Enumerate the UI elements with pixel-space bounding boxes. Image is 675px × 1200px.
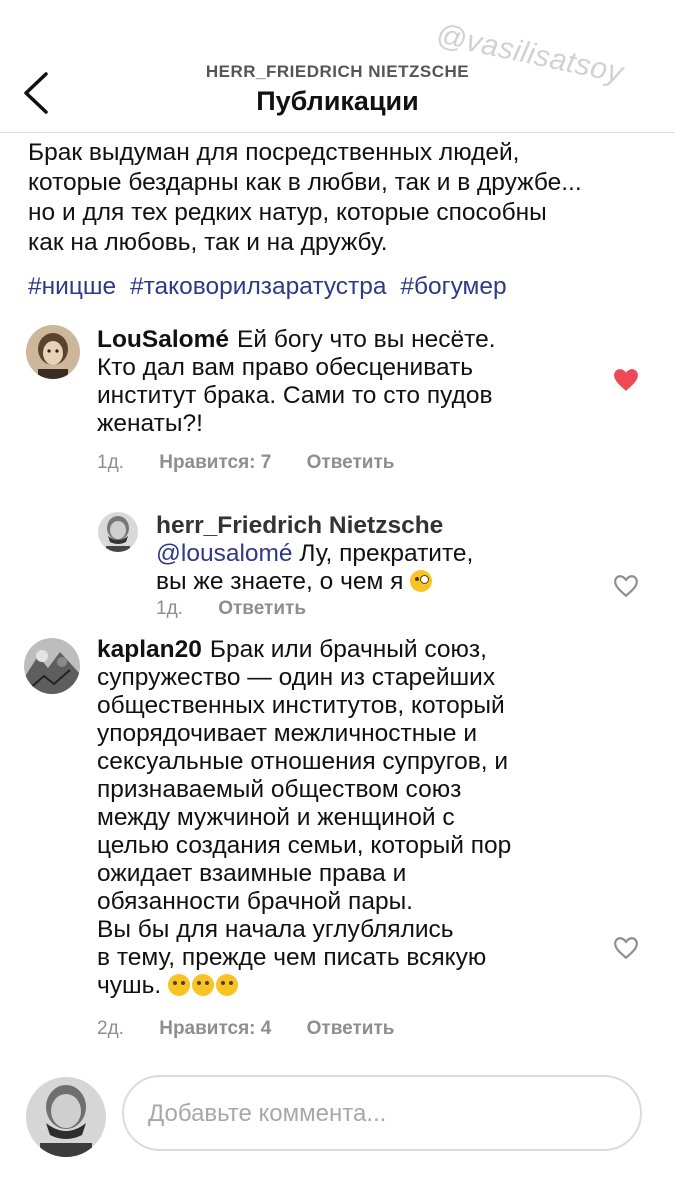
comment-text-line: женаты?! xyxy=(97,410,203,437)
avatar[interactable] xyxy=(26,325,80,379)
rolling-on-floor-laughing-icon xyxy=(216,974,239,996)
comment-username[interactable]: herr_Friedrich Nietzsche xyxy=(156,512,588,540)
hashtag-link[interactable]: #ницше xyxy=(28,273,116,300)
rolling-on-floor-laughing-icon xyxy=(192,974,215,996)
comment-time: 1д. xyxy=(97,452,124,473)
comment-text-line: институт брака. Сами то сто пудов xyxy=(97,382,493,409)
comment-body: kaplan20 Брак или брачный союз, супружест… xyxy=(97,636,597,1000)
winking-face-with-tongue-icon xyxy=(410,570,433,592)
avatar[interactable] xyxy=(98,512,138,552)
avatar[interactable] xyxy=(24,638,80,694)
comment-text-line: Кто дал вам право обесценивать xyxy=(97,354,474,381)
comment-text-line: сексуальные отношения супругов, и xyxy=(97,748,509,775)
heart-outline-icon[interactable] xyxy=(613,936,639,960)
mention-link[interactable]: @lousalomé xyxy=(156,540,293,567)
heart-filled-icon[interactable] xyxy=(613,368,639,392)
like-count[interactable]: Нравится: 7 xyxy=(159,452,271,473)
reply-button[interactable]: Ответить xyxy=(307,452,395,473)
hashtag-link[interactable]: #богумер xyxy=(400,273,506,300)
comment-text-line: между мужчиной и женщиной с xyxy=(97,804,455,831)
caption-line: но и для тех редких натур, которые спосо… xyxy=(28,199,547,226)
hashtag-link[interactable]: #таковорилзаратустра xyxy=(130,273,387,300)
comment-text-line: вы же знаете, о чем я xyxy=(156,568,404,595)
comment-body: LouSalomé Ей богу что вы несёте. Кто дал … xyxy=(97,326,567,438)
comment-time: 2д. xyxy=(97,1018,124,1039)
rolling-on-floor-laughing-icon xyxy=(168,974,191,996)
comment-meta: 1д. Ответить xyxy=(156,598,336,620)
comment-text-line: общественных институтов, который xyxy=(97,692,505,719)
reply-body: herr_Friedrich Nietzsche @lousalomé Лу, … xyxy=(156,512,596,596)
comment-text-line: Вы бы для начала углублялись xyxy=(97,916,454,943)
reply-button[interactable]: Ответить xyxy=(307,1018,395,1039)
page-title: Публикации xyxy=(256,86,419,116)
hashtag-list: #ницше #таковорилзаратустра #богумер xyxy=(28,272,514,302)
comment-text-line: в тему, прежде чем писать всякую xyxy=(97,944,487,971)
heart-outline-icon[interactable] xyxy=(613,574,639,598)
comment-text-line: целью создания семьи, который пор xyxy=(97,832,512,859)
like-count[interactable]: Нравится: 4 xyxy=(159,1018,271,1039)
caption-line: как на любовь, так и на дружбу. xyxy=(28,229,388,256)
comment-text-line: Лу, прекратите, xyxy=(292,540,474,567)
comment-text-line: обязанности брачной пары. xyxy=(97,888,413,915)
comment-text-line: Брак или брачный союз, xyxy=(209,636,487,663)
comment-time: 1д. xyxy=(156,598,183,619)
reply-button[interactable]: Ответить xyxy=(218,598,306,619)
comment-username[interactable]: kaplan20 xyxy=(97,636,202,663)
comment-text-line: Ей богу что вы несёте. xyxy=(237,326,496,353)
comment-meta: 1д. Нравится: 7 Ответить xyxy=(97,452,424,474)
comment-composer xyxy=(122,1075,642,1151)
current-user-avatar xyxy=(26,1077,106,1157)
comment-meta: 2д. Нравится: 4 Ответить xyxy=(97,1018,424,1040)
comment-text-line: признаваемый обществом союз xyxy=(97,776,462,803)
comment-text-line: упорядочивает межличностные и xyxy=(97,720,478,747)
header-divider xyxy=(0,132,675,133)
caption-line: которые бездарны как в любви, так и в др… xyxy=(28,169,582,196)
comment-text-line: чушь. xyxy=(97,972,162,999)
caption-line: Брак выдуман для посредственных людей, xyxy=(28,139,520,166)
comment-text-line: ожидает взаимные права и xyxy=(97,860,407,887)
comment-text-line: супружество — один из старейших xyxy=(97,664,496,691)
comment-input[interactable] xyxy=(146,1077,630,1151)
comment-username[interactable]: LouSalomé xyxy=(97,326,229,353)
post-caption: Брак выдуман для посредственных людей, к… xyxy=(28,138,658,258)
account-name[interactable]: HERR_FRIEDRICH NIETZSCHE xyxy=(0,62,675,82)
